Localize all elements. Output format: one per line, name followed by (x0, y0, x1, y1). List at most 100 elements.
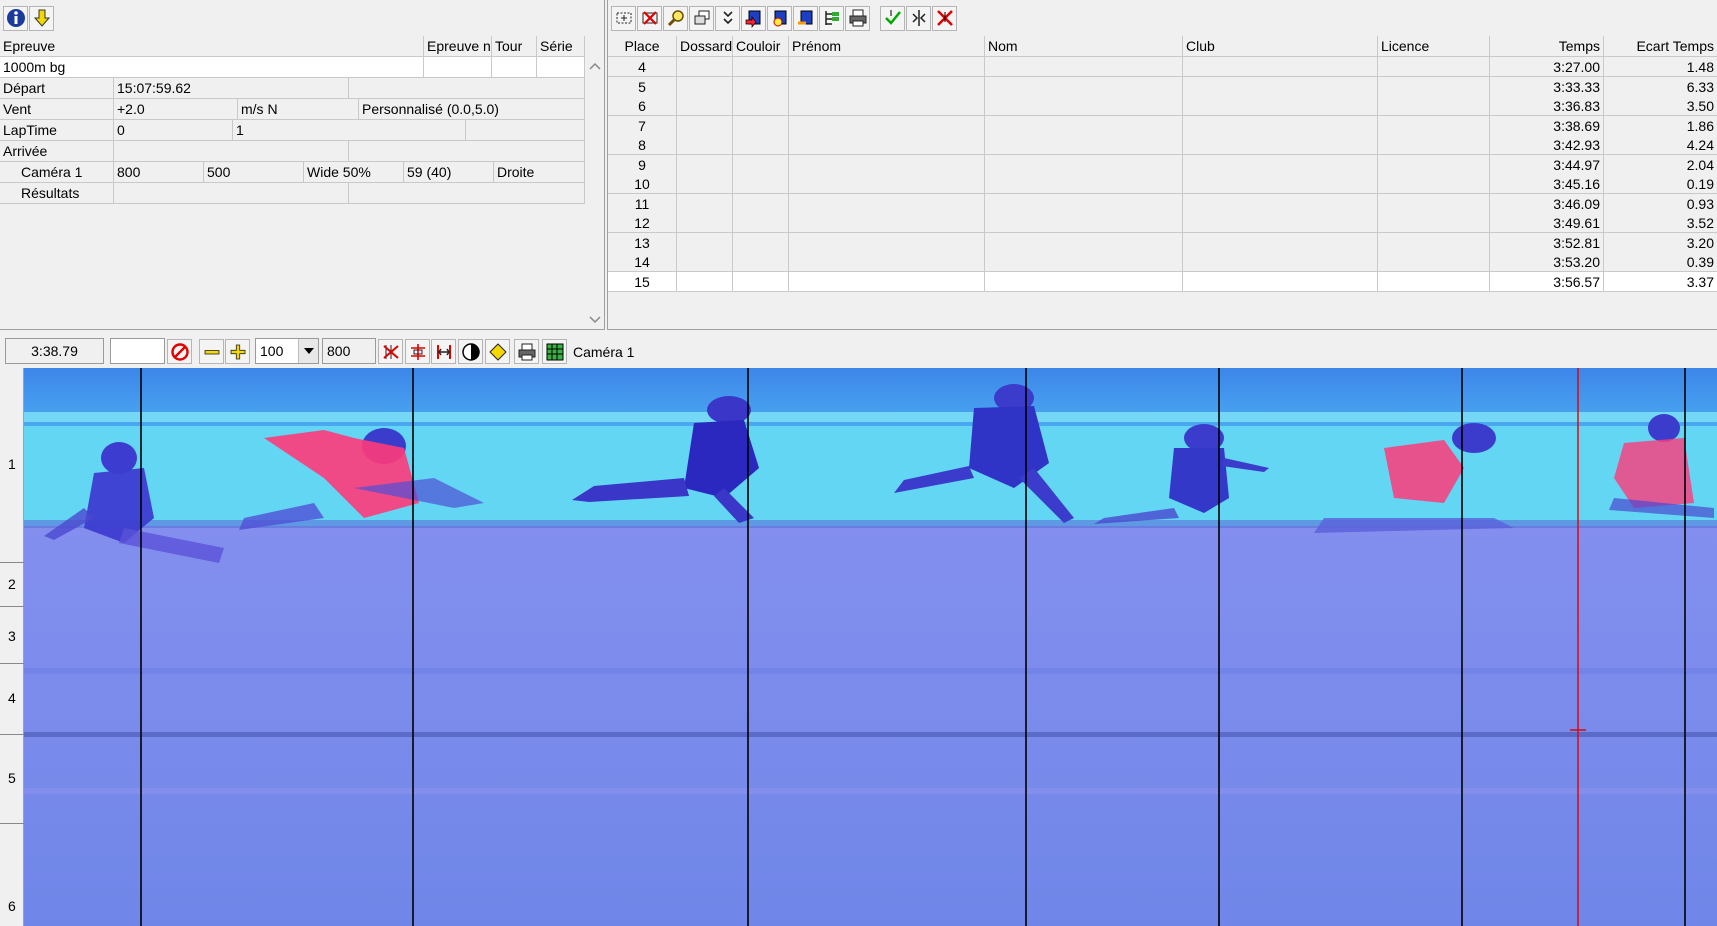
licence-cell[interactable] (1378, 252, 1490, 272)
info-button[interactable] (3, 5, 28, 31)
ecart-cell[interactable]: 0.19 (1604, 174, 1717, 194)
export-button-1[interactable] (741, 5, 766, 31)
prenom-cell[interactable] (789, 115, 985, 136)
dossard-cell[interactable] (677, 57, 733, 77)
col-ecart-temps[interactable]: Ecart Temps (1604, 36, 1717, 57)
col-prenom[interactable]: Prénom (789, 36, 985, 57)
nom-cell[interactable] (985, 271, 1183, 292)
finish-row[interactable]: Arrivée (0, 141, 585, 162)
event-round-cell[interactable] (492, 57, 537, 77)
scroll-up-icon[interactable] (589, 61, 601, 71)
dossard-cell[interactable] (677, 96, 733, 116)
prenom-cell[interactable] (789, 76, 985, 97)
col-nom[interactable]: Nom (985, 36, 1183, 57)
table-row[interactable]: 6 3:36.83 3.50 (608, 96, 1717, 116)
laptime-value-2[interactable]: 1 (233, 120, 466, 140)
prenom-cell[interactable] (789, 57, 985, 77)
nom-cell[interactable] (985, 154, 1183, 175)
ecart-cell[interactable]: 0.39 (1604, 252, 1717, 272)
couloir-cell[interactable] (733, 76, 789, 97)
event-heat-cell[interactable] (537, 57, 585, 77)
temps-cell[interactable]: 3:56.57 (1490, 271, 1604, 292)
nom-cell[interactable] (985, 213, 1183, 233)
club-cell[interactable] (1183, 213, 1378, 233)
wind-unit[interactable]: m/s N (238, 99, 359, 119)
temps-cell[interactable]: 3:46.09 (1490, 193, 1604, 214)
licence-cell[interactable] (1378, 193, 1490, 214)
zoom-select[interactable]: 100 (255, 338, 319, 364)
dossard-cell[interactable] (677, 154, 733, 175)
temps-cell[interactable]: 3:38.69 (1490, 115, 1604, 136)
results-row[interactable]: Résultats (0, 183, 585, 204)
table-row[interactable]: 14 3:53.20 0.39 (608, 252, 1717, 272)
couloir-cell[interactable] (733, 57, 789, 77)
nom-cell[interactable] (985, 135, 1183, 155)
place-cell[interactable]: 12 (608, 213, 677, 233)
place-cell[interactable]: 11 (608, 193, 677, 214)
club-cell[interactable] (1183, 76, 1378, 97)
prenom-cell[interactable] (789, 154, 985, 175)
licence-cell[interactable] (1378, 115, 1490, 136)
nom-cell[interactable] (985, 174, 1183, 194)
temps-cell[interactable]: 3:42.93 (1490, 135, 1604, 155)
ecart-cell[interactable]: 6.33 (1604, 76, 1717, 97)
table-row[interactable]: 7 3:38.69 1.86 (608, 115, 1717, 136)
col-licence[interactable]: Licence (1378, 36, 1490, 57)
camera-value-3[interactable]: Wide 50% (304, 162, 404, 182)
remove-runner-button[interactable] (932, 5, 957, 31)
split-button[interactable] (906, 5, 931, 31)
prenom-cell[interactable] (789, 96, 985, 116)
temps-cell[interactable]: 3:45.16 (1490, 174, 1604, 194)
licence-cell[interactable] (1378, 271, 1490, 292)
club-cell[interactable] (1183, 57, 1378, 77)
club-cell[interactable] (1183, 271, 1378, 292)
wind-value[interactable]: +2.0 (114, 99, 238, 119)
ecart-cell[interactable]: 3.37 (1604, 271, 1717, 292)
place-cell[interactable]: 5 (608, 76, 677, 97)
temps-cell[interactable]: 3:49.61 (1490, 213, 1604, 233)
import-button[interactable] (29, 5, 54, 31)
marker-button[interactable] (485, 339, 510, 364)
licence-cell[interactable] (1378, 154, 1490, 175)
nom-cell[interactable] (985, 57, 1183, 77)
temps-cell[interactable]: 3:27.00 (1490, 57, 1604, 77)
prenom-cell[interactable] (789, 252, 985, 272)
left-scrollbar[interactable] (585, 57, 604, 329)
licence-cell[interactable] (1378, 76, 1490, 97)
couloir-cell[interactable] (733, 232, 789, 253)
width-field[interactable]: 800 (322, 338, 376, 364)
dossard-cell[interactable] (677, 232, 733, 253)
licence-cell[interactable] (1378, 213, 1490, 233)
nom-cell[interactable] (985, 115, 1183, 136)
licence-cell[interactable] (1378, 135, 1490, 155)
ecart-cell[interactable]: 0.93 (1604, 193, 1717, 214)
photo-finish-image[interactable] (24, 368, 1717, 926)
export-button-3[interactable] (793, 5, 818, 31)
licence-cell[interactable] (1378, 174, 1490, 194)
club-cell[interactable] (1183, 154, 1378, 175)
clear-marks-button[interactable] (378, 339, 403, 364)
print-photo-button[interactable] (514, 339, 539, 364)
place-cell[interactable]: 4 (608, 57, 677, 77)
dossard-cell[interactable] (677, 271, 733, 292)
temps-cell[interactable]: 3:52.81 (1490, 232, 1604, 253)
nom-cell[interactable] (985, 252, 1183, 272)
dossard-cell[interactable] (677, 213, 733, 233)
col-place[interactable]: Place (608, 36, 677, 57)
temps-cell[interactable]: 3:44.97 (1490, 154, 1604, 175)
prenom-cell[interactable] (789, 232, 985, 253)
col-club[interactable]: Club (1183, 36, 1378, 57)
grid-button[interactable] (542, 339, 567, 364)
prenom-cell[interactable] (789, 193, 985, 214)
club-cell[interactable] (1183, 232, 1378, 253)
search-button[interactable] (663, 5, 688, 31)
cancel-button[interactable] (167, 339, 192, 364)
ecart-cell[interactable]: 4.24 (1604, 135, 1717, 155)
expand-button[interactable] (431, 339, 456, 364)
place-cell[interactable]: 6 (608, 96, 677, 116)
couloir-cell[interactable] (733, 135, 789, 155)
export-button-2[interactable] (767, 5, 792, 31)
camera-value-4[interactable]: 59 (40) (404, 162, 494, 182)
validate-button[interactable] (880, 5, 905, 31)
nom-cell[interactable] (985, 76, 1183, 97)
